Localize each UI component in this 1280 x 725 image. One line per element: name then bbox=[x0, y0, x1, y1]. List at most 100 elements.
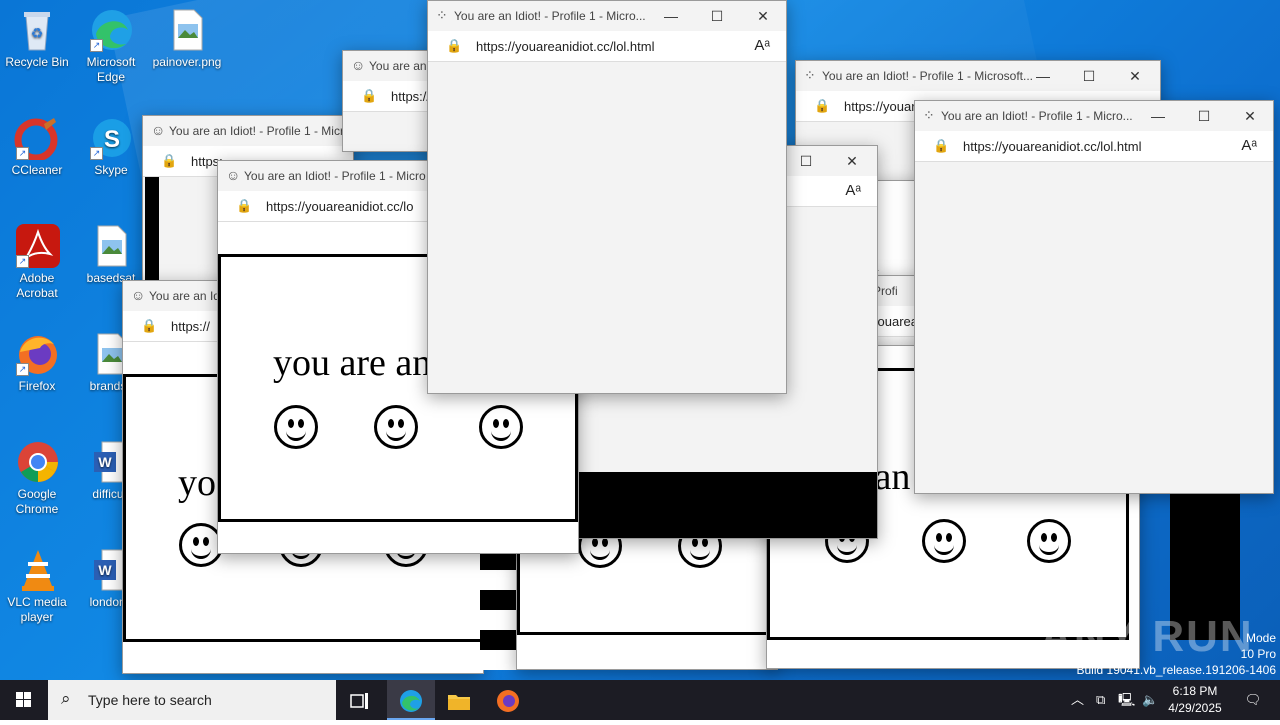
window-title: You are an Idiot! - Profile 1 - Micro... bbox=[941, 109, 1133, 123]
network-icon[interactable]: 🖳 bbox=[1118, 680, 1135, 720]
smiley-face-icon bbox=[479, 405, 523, 449]
minimize-icon[interactable]: — bbox=[1020, 61, 1066, 91]
desktop-icon-ccleaner[interactable]: ↗ CCleaner bbox=[0, 116, 74, 178]
svg-text:W: W bbox=[98, 562, 112, 578]
notifications-icon[interactable]: 🗨 bbox=[1238, 680, 1268, 720]
idiot-text: yo bbox=[178, 462, 216, 504]
desktop-icon-label: Skype bbox=[94, 163, 128, 177]
idiot-text: you are an bbox=[273, 342, 432, 384]
lock-icon: 🔒 bbox=[361, 88, 378, 103]
glitch-strip bbox=[480, 550, 520, 670]
title-bar[interactable]: ☺ You are an Idiot! - Profile 1 - Micr bbox=[143, 116, 353, 146]
url-text[interactable]: https://youareanidiot.cc/lol.html bbox=[476, 39, 654, 54]
image-file-icon bbox=[88, 224, 134, 268]
show-hidden-icons-icon[interactable]: ︿ bbox=[1071, 680, 1084, 720]
minimize-icon[interactable]: — bbox=[648, 1, 694, 31]
url-text[interactable]: https://youare bbox=[844, 99, 923, 114]
close-icon[interactable]: ✕ bbox=[1112, 61, 1158, 91]
svg-text:W: W bbox=[98, 454, 112, 470]
anyrun-watermark: ANY RUN bbox=[1040, 612, 1254, 661]
loading-favicon-icon: ⁘ bbox=[436, 7, 448, 23]
idiot-window[interactable]: ⁘ You are an Idiot! - Profile 1 - Micro.… bbox=[427, 0, 787, 394]
search-placeholder: Type here to search bbox=[88, 692, 212, 708]
url-text[interactable]: https:// bbox=[171, 319, 210, 334]
close-icon[interactable]: ✕ bbox=[829, 146, 875, 176]
desktop-icon-painover[interactable]: painover.png bbox=[150, 8, 224, 70]
image-file-icon bbox=[164, 8, 210, 52]
watermark-line: Build 19041.vb_release.191206-1406 bbox=[1076, 663, 1277, 677]
firefox-icon: ↗ bbox=[14, 332, 60, 376]
svg-text:S: S bbox=[104, 126, 120, 153]
smiley-favicon-icon: ☺ bbox=[151, 122, 166, 138]
chrome-icon bbox=[14, 440, 60, 484]
volume-icon[interactable]: 🔈 bbox=[1142, 680, 1158, 720]
minimize-icon[interactable]: — bbox=[1135, 101, 1181, 131]
lock-icon: 🔒 bbox=[236, 198, 253, 213]
device-icon[interactable]: ⧉ bbox=[1096, 680, 1105, 720]
read-aloud-icon[interactable]: A͏ᵃ bbox=[1241, 137, 1257, 154]
read-aloud-icon[interactable]: A͏ᵃ bbox=[754, 37, 770, 54]
address-bar[interactable]: 🔒 https://youareanidiot.cc/lol.html A͏ᵃ bbox=[915, 131, 1273, 162]
url-text[interactable]: https://youareanidiot.cc/lol.html bbox=[963, 139, 1141, 154]
clock-time: 6:18 PM bbox=[1172, 684, 1218, 698]
taskbar-firefox-icon[interactable] bbox=[484, 680, 532, 720]
desktop-icon-label: CCleaner bbox=[11, 163, 63, 177]
window-title: You are an Idiot! - Profile 1 - Micro... bbox=[454, 9, 646, 23]
page-content bbox=[915, 162, 1273, 493]
taskbar: ⌕ Type here to search ︿ ⧉ 🖳 🔈 6:18 PM 4/… bbox=[0, 680, 1280, 720]
address-bar[interactable]: 🔒 https://youareanidiot.cc/lol.html A͏ᵃ bbox=[428, 31, 786, 62]
ccleaner-icon: ↗ bbox=[14, 116, 60, 162]
loading-favicon-icon: ⁘ bbox=[923, 107, 935, 123]
desktop-icon-recycle-bin[interactable]: ♻ Recycle Bin bbox=[0, 8, 74, 70]
maximize-icon[interactable]: ☐ bbox=[694, 1, 740, 31]
smiley-favicon-icon: ☺ bbox=[131, 287, 146, 303]
desktop-icon-basedsat[interactable]: basedsat bbox=[74, 224, 148, 286]
smiley-face-icon bbox=[922, 519, 966, 563]
desktop-icon-label: Firefox bbox=[18, 379, 56, 393]
maximize-icon[interactable]: ☐ bbox=[1181, 101, 1227, 131]
window-title: You are an Id bbox=[149, 289, 220, 303]
desktop-icon-label: Recycle Bin bbox=[5, 55, 69, 69]
smiley-face-icon bbox=[1027, 519, 1071, 563]
desktop-icon-vlc[interactable]: VLC media player bbox=[0, 548, 74, 625]
read-aloud-icon[interactable]: A͏ᵃ bbox=[845, 182, 861, 199]
window-title: You are an Idiot! - Profile 1 - Micr bbox=[169, 124, 344, 138]
window-title: You are an bbox=[369, 59, 427, 73]
title-bar[interactable]: ⁘ You are an Idiot! - Profile 1 - Micro.… bbox=[915, 101, 1273, 131]
recycle-bin-icon: ♻ bbox=[14, 8, 60, 52]
desktop-icon-label: Google Chrome bbox=[15, 487, 59, 516]
maximize-icon[interactable]: ☐ bbox=[1066, 61, 1112, 91]
idiot-window[interactable]: ⁘ You are an Idiot! - Profile 1 - Micro.… bbox=[914, 100, 1274, 494]
title-bar[interactable]: ⁘ You are an Idiot! - Profile 1 - Micros… bbox=[796, 61, 1160, 91]
taskbar-search-box[interactable]: ⌕ Type here to search bbox=[48, 680, 336, 720]
skype-icon: S ↗ bbox=[88, 116, 134, 160]
clock-date: 4/29/2025 bbox=[1168, 701, 1222, 715]
taskbar-edge-icon[interactable] bbox=[387, 680, 435, 720]
smiley-favicon-icon: ☺ bbox=[226, 167, 241, 183]
maximize-icon[interactable]: ☐ bbox=[783, 146, 829, 176]
close-icon[interactable]: ✕ bbox=[740, 1, 786, 31]
file-explorer-icon[interactable] bbox=[435, 680, 483, 720]
title-bar[interactable]: ⁘ You are an Idiot! - Profile 1 - Micro.… bbox=[428, 1, 786, 31]
desktop-icon-firefox[interactable]: ↗ Firefox bbox=[0, 332, 74, 394]
edge-icon: ↗ bbox=[88, 8, 134, 52]
url-text[interactable]: https://youareanidiot.cc/lo bbox=[266, 199, 413, 214]
loading-favicon-icon: ⁘ bbox=[804, 67, 816, 83]
desktop-icon-skype[interactable]: S ↗ Skype bbox=[74, 116, 148, 178]
task-view-icon[interactable] bbox=[336, 680, 384, 720]
url-text[interactable]: https:// bbox=[391, 89, 430, 104]
lock-icon: 🔒 bbox=[446, 38, 463, 53]
lock-icon: 🔒 bbox=[814, 98, 831, 113]
desktop: ♻ Recycle Bin ↗ Microsoft Edge painover.… bbox=[0, 0, 1280, 680]
close-icon[interactable]: ✕ bbox=[1227, 101, 1273, 131]
desktop-icon-edge[interactable]: ↗ Microsoft Edge bbox=[74, 8, 148, 85]
desktop-icon-label: Microsoft Edge bbox=[86, 55, 136, 84]
start-button[interactable] bbox=[0, 680, 48, 720]
desktop-icon-chrome[interactable]: Google Chrome bbox=[0, 440, 74, 517]
desktop-icon-label: painover.png bbox=[152, 55, 222, 69]
window-title: You are an Idiot! - Profile 1 - Micro bbox=[244, 169, 426, 183]
page-content bbox=[428, 62, 786, 393]
taskbar-clock[interactable]: 6:18 PM 4/29/2025 bbox=[1158, 683, 1232, 717]
desktop-icon-acrobat[interactable]: ↗ Adobe Acrobat bbox=[0, 224, 74, 301]
desktop-icon-label: VLC media player bbox=[7, 595, 67, 624]
